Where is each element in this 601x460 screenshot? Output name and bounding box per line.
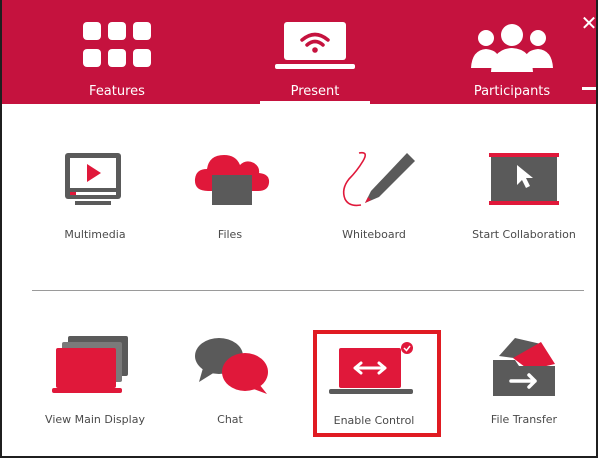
start-collaboration-tile[interactable]: Start Collaboration [459,145,589,245]
whiteboard-pen-icon [342,151,415,207]
chat-bubbles-icon [195,338,268,394]
tab-participants[interactable]: Participants [457,0,567,104]
files-label: Files [217,228,243,241]
wifi-laptop-icon [275,22,355,69]
view-main-display-tile[interactable]: View Main Display [30,330,160,430]
start-collaboration-label: Start Collaboration [472,228,576,241]
grid-icon [83,22,151,67]
minimize-button[interactable] [582,87,596,90]
multimedia-icon [65,153,121,205]
chat-label: Chat [217,413,243,426]
file-transfer-tile[interactable]: File Transfer [459,330,589,430]
whiteboard-label: Whiteboard [342,228,406,241]
header-bar: Features Present Participants ✕ [2,0,596,104]
cloud-files-icon [194,155,270,205]
tab-participants-label: Participants [473,84,551,99]
tab-present[interactable]: Present [260,0,370,104]
enable-control-highlight [313,330,441,437]
view-main-display-label: View Main Display [45,413,145,426]
file-transfer-label: File Transfer [490,413,558,426]
people-icon [471,24,553,72]
multimedia-tile[interactable]: Multimedia [30,145,160,245]
tab-features-label: Features [89,84,145,99]
collaboration-board-icon [489,153,559,205]
present-panel: Features Present Participants ✕ Multimed… [0,0,598,458]
files-tile[interactable]: Files [165,145,295,245]
whiteboard-tile[interactable]: Whiteboard [309,145,439,245]
section-divider [32,290,584,291]
file-transfer-icon [493,338,555,396]
tab-features[interactable]: Features [62,0,172,104]
multimedia-label: Multimedia [64,228,126,241]
chat-tile[interactable]: Chat [165,330,295,430]
tab-present-label: Present [290,84,340,99]
main-display-icon [52,336,128,393]
close-button[interactable]: ✕ [580,13,596,33]
